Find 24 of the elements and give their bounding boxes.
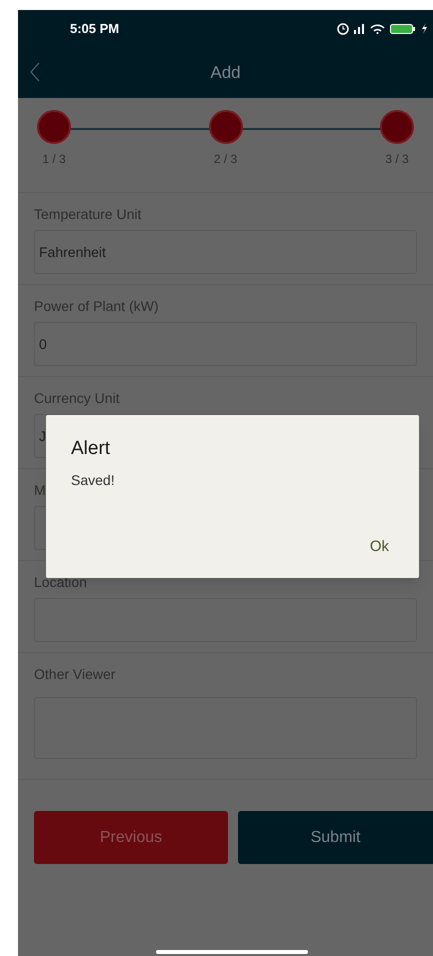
charging-icon	[421, 23, 427, 34]
field-label: Temperature Unit	[34, 205, 142, 224]
dialog-message: Saved!	[71, 470, 116, 490]
field-label: Power of Plant (kW)	[34, 297, 158, 316]
wifi-icon	[370, 24, 385, 34]
field-label: Other Viewer	[34, 665, 116, 684]
dialog-title: Alert	[71, 437, 112, 461]
status-time: 5:05 PM	[70, 20, 120, 38]
screen-title: Add	[210, 62, 241, 84]
field-label: M	[34, 481, 46, 500]
step-label: 1 / 3	[42, 151, 66, 168]
back-icon	[30, 62, 40, 82]
field-label: Location	[34, 573, 87, 592]
input-field[interactable]: Fahrenheit	[34, 230, 417, 274]
step-label: 2 / 3	[214, 151, 238, 168]
signal-icon	[354, 24, 365, 34]
submit-button[interactable]: Submit	[238, 811, 433, 864]
previous-button[interactable]: Previous	[34, 811, 228, 864]
alarm-icon	[337, 22, 349, 34]
battery-icon	[390, 24, 416, 34]
field-label: Currency Unit	[34, 389, 120, 408]
ok-button[interactable]: Ok	[362, 532, 397, 562]
step-label: 3 / 3	[385, 151, 409, 168]
input-field[interactable]: 0	[34, 322, 417, 366]
